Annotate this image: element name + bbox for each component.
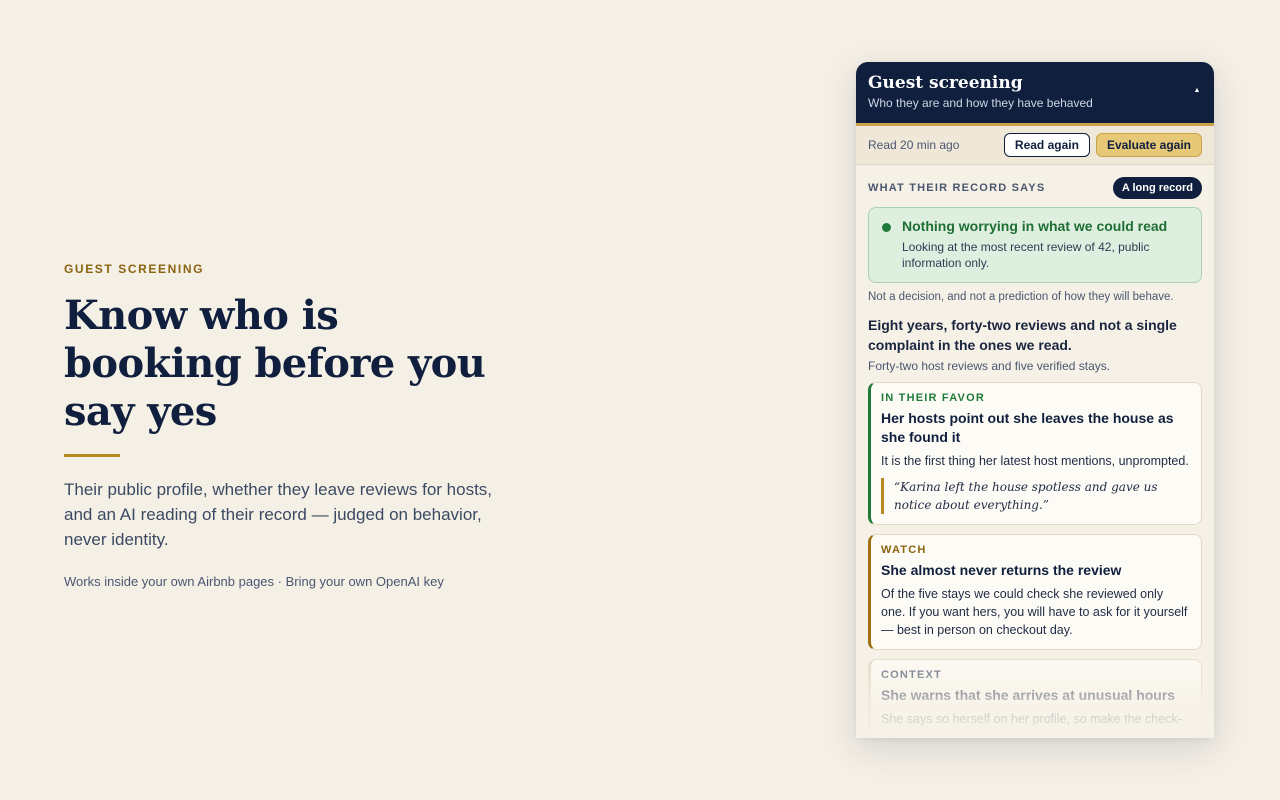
panel-header: Guest screening Who they are and how the… (856, 62, 1214, 126)
evaluate-again-button[interactable]: Evaluate again (1095, 133, 1202, 157)
verdict-box: Nothing worrying in what we could read L… (868, 207, 1202, 283)
card-kicker: IN THEIR FAVOR (881, 392, 985, 404)
hero-divider (64, 454, 120, 457)
read-again-button[interactable]: Read again (1003, 133, 1090, 157)
hero-eyebrow: GUEST SCREENING (64, 262, 205, 276)
finding-card-favor: IN THEIR FAVOR Her hosts point out she l… (868, 382, 1202, 525)
hero-section: GUEST SCREENING Know who is booking befo… (64, 262, 504, 589)
card-text: Of the five stays we could check she rev… (881, 587, 1188, 637)
card-kicker: CONTEXT (881, 669, 942, 681)
hero-lede: Their public profile, whether they leave… (64, 480, 493, 549)
verdict-title: Nothing worrying in what we could read (902, 218, 1168, 234)
status-dot-icon (882, 223, 891, 232)
record-summary: Eight years, forty-two reviews and not a… (868, 317, 1177, 353)
card-kicker: WATCH (881, 544, 927, 556)
record-section-label: WHAT THEIR RECORD SAYS (868, 182, 1046, 194)
panel-subtitle: Who they are and how they have behaved (868, 96, 1093, 110)
review-quote: “Karina left the house spotless and gave… (881, 478, 1189, 514)
card-text: It is the first thing her latest host me… (881, 454, 1189, 468)
finding-card-context: CONTEXT She warns that she arrives at un… (868, 659, 1202, 738)
panel-title: Guest screening (868, 73, 1023, 93)
record-length-badge: A long record (1112, 177, 1202, 199)
verdict-text: Looking at the most recent review of 42,… (902, 240, 1150, 270)
guest-screening-panel: Guest screening Who they are and how the… (856, 62, 1214, 738)
card-title: Her hosts point out she leaves the house… (881, 410, 1174, 445)
panel-body: WHAT THEIR RECORD SAYS A long record Not… (856, 165, 1214, 738)
triangle-up-icon: ▲ (1193, 87, 1201, 94)
card-title: She warns that she arrives at unusual ho… (881, 687, 1176, 703)
record-summary-sub: Forty-two host reviews and five verified… (868, 359, 1111, 373)
last-read-status: Read 20 min ago (868, 138, 960, 152)
card-text: She says so herself on her profile, so m… (881, 712, 1182, 726)
hero-headline: Know who is booking before you say yes (64, 292, 486, 435)
collapse-panel-button[interactable]: ▲ (1192, 86, 1202, 96)
record-section-header: WHAT THEIR RECORD SAYS A long record (868, 177, 1202, 199)
card-title: She almost never returns the review (881, 562, 1122, 578)
panel-toolbar: Read 20 min ago Read again Evaluate agai… (856, 126, 1214, 165)
hero-fine-print: Works inside your own Airbnb pages · Bri… (64, 574, 444, 589)
disclaimer: Not a decision, and not a prediction of … (868, 291, 1174, 303)
finding-card-watch: WATCH She almost never returns the revie… (868, 534, 1202, 650)
